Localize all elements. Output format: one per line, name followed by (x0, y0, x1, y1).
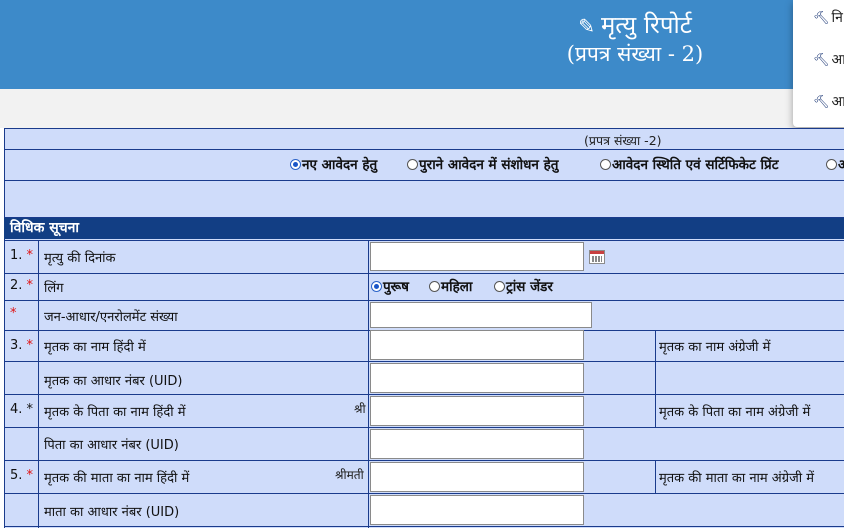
dropdown-item-2[interactable]: 🔨︎ आ (813, 50, 844, 69)
radio-button[interactable] (429, 280, 440, 292)
radio-button[interactable] (290, 158, 301, 170)
radio-button[interactable] (494, 280, 505, 292)
radio-button[interactable] (371, 280, 382, 292)
death-date-label: मृत्यु की दिनांक (44, 251, 116, 266)
row-number: 4. * (10, 402, 34, 417)
section-header: विधिक सूचना (4, 218, 844, 239)
deceased-uid-label: मृतक का आधार नंबर (UID) (44, 374, 183, 389)
radio-gender-female[interactable]: महिला (429, 277, 472, 295)
deceased-name-hindi-input[interactable] (370, 330, 584, 360)
radio-modify-application[interactable]: पुराने आवेदन में संशोधन हेतु (407, 155, 558, 173)
death-report-form: (प्रपत्र संख्या -2) नए आवेदन हेतु पुराने… (4, 128, 844, 528)
mother-uid-label: माता का आधार नंबर (UID) (44, 505, 180, 520)
radio-button[interactable] (826, 158, 837, 170)
dropdown-menu: 🔨︎ नि 🔨︎ आ 🔨︎ आ (793, 0, 844, 127)
radio-button[interactable] (600, 158, 611, 170)
death-date-input[interactable] (370, 242, 584, 271)
deceased-name-english-label: मृतक का नाम अंग्रेजी में (659, 340, 771, 355)
radio-button[interactable] (407, 158, 418, 170)
mother-name-english-label: मृतक की माता का नाम अंग्रेजी में (659, 471, 814, 486)
jan-aadhar-input[interactable] (370, 302, 592, 328)
gavel-icon: 🔨︎ (813, 53, 830, 68)
father-name-english-label: मृतक के पिता का नाम अंग्रेजी में (659, 405, 811, 420)
radio-new-application[interactable]: नए आवेदन हेतु (290, 155, 377, 173)
form-caption: (प्रपत्र संख्या -2) (584, 133, 662, 148)
gavel-icon: 🔨︎ (813, 11, 830, 26)
mother-name-hindi-label: मृतक की माता का नाम हिंदी में (44, 471, 190, 486)
father-name-hindi-label: मृतक के पिता का नाम हिंदी में (44, 405, 186, 420)
deceased-uid-input[interactable] (370, 363, 584, 393)
radio-gender-male[interactable]: पुरूष (371, 277, 409, 295)
father-name-hindi-input[interactable] (370, 396, 584, 426)
mother-prefix: श्रीमती (335, 468, 364, 482)
father-uid-label: पिता का आधार नंबर (UID) (44, 438, 179, 453)
radio-status-print[interactable]: आवेदन स्थिति एवं सर्टिफिकेट प्रिंट (600, 155, 779, 173)
father-prefix: श्री (354, 402, 366, 416)
jan-aadhar-label: जन-आधार/एनरोलमेंट संख्या (44, 310, 178, 325)
gray-band (0, 89, 844, 128)
gender-label: लिंग (44, 281, 64, 296)
page-title: ✎ मृत्यु रिपोर्ट (प्रपत्र संख्या - 2) (540, 10, 730, 67)
title-text: मृत्यु रिपोर्ट (600, 11, 692, 39)
radio-other[interactable]: अ (826, 155, 844, 173)
mother-name-hindi-input[interactable] (370, 462, 584, 492)
deceased-name-hindi-label: मृतक का नाम हिंदी में (44, 340, 146, 355)
mother-uid-input[interactable] (370, 495, 584, 525)
page-banner: ✎ मृत्यु रिपोर्ट (प्रपत्र संख्या - 2) (0, 0, 844, 89)
dropdown-item-1[interactable]: 🔨︎ नि (813, 8, 843, 27)
row-number: 3. * (10, 338, 34, 353)
calendar-icon[interactable] (589, 250, 605, 264)
row-number: 2. * (10, 278, 34, 293)
father-uid-input[interactable] (370, 429, 584, 459)
dropdown-item-3[interactable]: 🔨︎ आ (813, 92, 844, 111)
row-number: * (10, 306, 17, 321)
row-number: 1. * (10, 248, 34, 263)
page-subtitle: (प्रपत्र संख्या - 2) (566, 42, 704, 66)
row-number: 5. * (10, 468, 34, 483)
radio-gender-transgender[interactable]: ट्रांस जेंडर (494, 277, 553, 295)
edit-icon: ✎ (578, 14, 595, 38)
gavel-icon: 🔨︎ (813, 95, 830, 110)
